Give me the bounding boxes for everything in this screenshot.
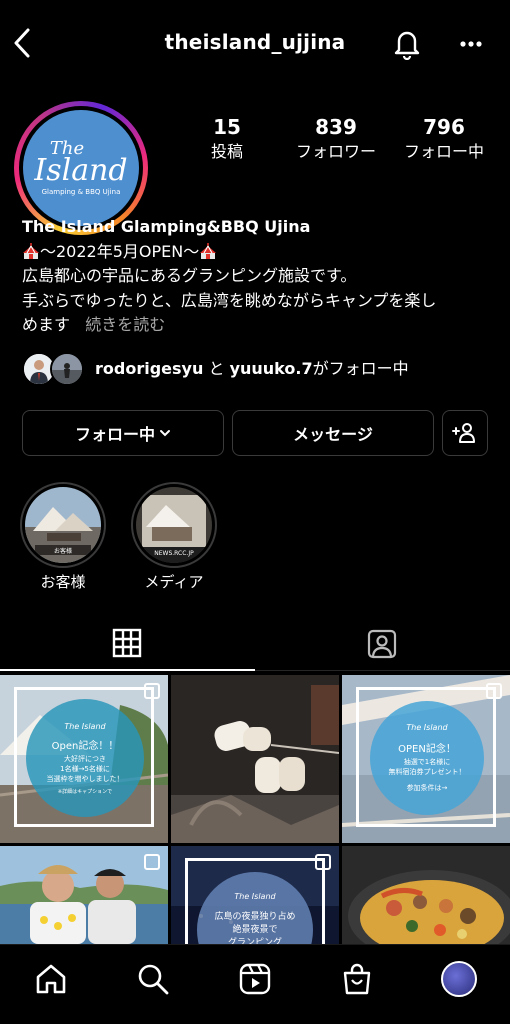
post-thumbnail[interactable]: The Island Open記念！！ 大好評につき 1名様→5名様に 当選枠を… [0, 675, 168, 843]
notification-bell-icon[interactable] [390, 26, 424, 60]
post-thumbnail[interactable]: The Island 広島の夜景独り占め 絶景夜景で グランピング [171, 846, 339, 944]
bio-line: 広島都心の宇品にあるグランピング施設です。 [22, 266, 357, 285]
posts-count: 15 投稿 [210, 115, 243, 161]
logo-text-island: Island [34, 153, 128, 188]
following-count[interactable]: 796 フォロー中 [389, 115, 499, 164]
message-button[interactable]: メッセージ [232, 410, 434, 456]
carousel-icon [144, 683, 160, 699]
follower-avatar[interactable] [50, 352, 84, 386]
profile-username: theisland_ujjina [164, 30, 346, 54]
svg-text:お客様: お客様 [54, 547, 72, 555]
carousel-icon [315, 854, 331, 870]
home-icon[interactable] [34, 962, 68, 996]
read-more-link[interactable]: 続きを読む [85, 315, 165, 334]
post-thumbnail[interactable] [0, 846, 168, 944]
carousel-icon [144, 854, 160, 870]
grid-tab-icon[interactable] [112, 628, 142, 658]
svg-text:NEWS.RCC.JP: NEWS.RCC.JP [154, 550, 194, 557]
highlight-image[interactable]: お客様 [25, 487, 101, 563]
post-thumbnail[interactable] [342, 846, 510, 944]
post-thumbnail[interactable]: The Island OPEN記念！ 抽選で1名様に 無料宿泊券プレゼント！ 参… [342, 675, 510, 843]
circus-tent-icon [199, 242, 217, 260]
profile-avatar-nav[interactable] [441, 961, 477, 997]
followed-by-text[interactable]: rodorigesyu と yuuuko.7がフォロー中 [95, 357, 409, 381]
carousel-icon [486, 683, 502, 699]
add-person-icon [452, 422, 478, 444]
reels-icon[interactable] [238, 962, 272, 996]
followers-count[interactable]: 839 フォロワー [281, 115, 391, 164]
post-thumbnail[interactable] [171, 675, 339, 843]
shop-icon[interactable] [340, 962, 374, 996]
chevron-down-icon [159, 427, 171, 439]
search-icon[interactable] [136, 962, 170, 996]
profile-bio: The Island Glamping&BBQ Ujina 〜2022年5月OP… [22, 215, 497, 338]
highlight-label: メディア [144, 573, 204, 591]
active-tab-indicator [0, 669, 255, 671]
more-options-icon[interactable] [456, 30, 486, 58]
following-button[interactable]: フォロー中 [22, 410, 224, 456]
circus-tent-icon [22, 242, 40, 260]
suggested-people-button[interactable] [442, 410, 488, 456]
profile-display-name: The Island Glamping&BBQ Ujina [22, 217, 311, 236]
post-caption-card: The Island OPEN記念！ 抽選で1名様に 無料宿泊券プレゼント！ 参… [370, 701, 484, 815]
bio-open-date: 〜2022年5月OPEN〜 [40, 241, 200, 261]
highlight-label: お客様 [40, 573, 86, 591]
bio-line: めます [22, 315, 71, 334]
logo-subtitle: Glamping & BBQ Ujina [41, 188, 121, 196]
post-caption-card: The Island Open記念！！ 大好評につき 1名様→5名様に 当選枠を… [26, 699, 144, 817]
profile-header: theisland_ujjina [0, 0, 510, 90]
bio-line: 手ぶらでゆったりと、広島湾を眺めながらキャンプを楽し [22, 290, 437, 310]
highlight-image[interactable]: NEWS.RCC.JP [136, 487, 212, 563]
tagged-tab-icon[interactable] [366, 628, 398, 660]
profile-avatar[interactable]: The Island Glamping & BBQ Ujina [23, 110, 139, 226]
